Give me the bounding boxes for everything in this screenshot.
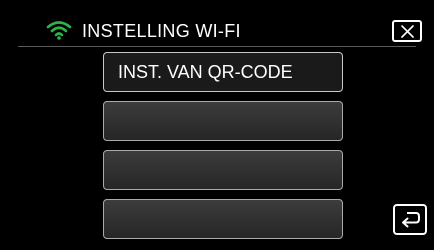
header: INSTELLING WI-FI	[0, 0, 434, 44]
close-icon	[401, 25, 414, 38]
saved-network-button-1[interactable]	[103, 101, 343, 141]
back-button[interactable]	[393, 204, 427, 235]
saved-network-button-3[interactable]	[103, 199, 343, 239]
wifi-icon	[46, 20, 72, 40]
header-divider	[18, 46, 416, 47]
back-arrow-icon	[402, 212, 420, 228]
qr-code-setup-button[interactable]: INST. VAN QR-CODE	[103, 52, 343, 92]
page-title: INSTELLING WI-FI	[82, 21, 241, 41]
qr-code-setup-label: INST. VAN QR-CODE	[118, 62, 293, 82]
wifi-settings-screen: INSTELLING WI-FI INST. VAN QR-CODE	[0, 0, 434, 250]
saved-network-button-2[interactable]	[103, 150, 343, 190]
close-button[interactable]	[392, 20, 422, 42]
